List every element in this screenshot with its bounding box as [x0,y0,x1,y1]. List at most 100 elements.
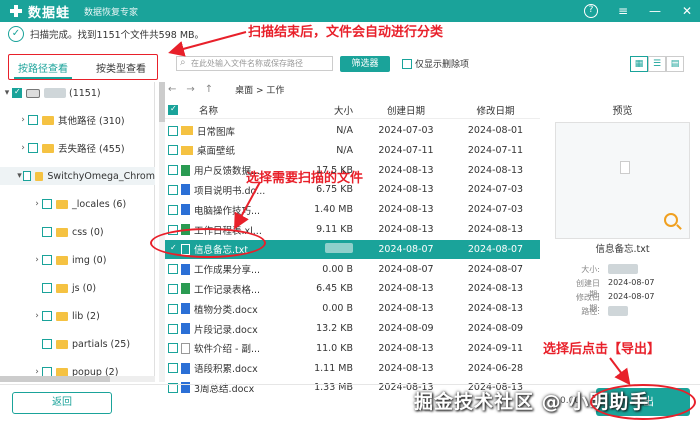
tree-item-switchyomega[interactable]: ▾ SwitchyOmega_Chrom [0,167,155,185]
folder-icon [56,255,68,265]
forward-arrow-icon[interactable]: → [186,84,194,95]
footer-divider [0,384,700,385]
table-row[interactable]: 桌面壁纸 N/A 2024-07-11 2024-07-11 [165,141,540,160]
search-input[interactable]: 在此处输入文件名称或保存路径 [176,56,333,71]
folder-icon [56,199,68,209]
tree-item-drive[interactable]: ▾ (1151) [0,84,155,102]
tree-item-lost-paths[interactable]: › 丢失路径 (455) [0,139,155,157]
folder-icon [56,311,68,321]
table-row[interactable]: 用户反馈数据... 17.5 KB 2024-08-13 2024-08-13 [165,161,540,180]
table-row[interactable]: 语段积累.docx 1.11 MB 2024-08-13 2024-06-28 [165,359,540,378]
row-checkbox[interactable] [168,125,178,136]
tree-item-js[interactable]: js (0) [0,279,155,297]
file-created: 2024-08-13 [378,184,434,196]
tree-checkbox[interactable] [23,171,31,181]
expand-icon[interactable]: › [18,115,28,125]
row-checkbox[interactable] [168,204,178,215]
tree-checkbox[interactable] [12,87,22,98]
back-arrow-icon[interactable]: ← [168,84,176,95]
file-size: 9.11 KB [316,224,353,235]
app-subtitle: 数据恢复专家 [84,7,139,18]
table-row[interactable]: 植物分类.docx 0.00 B 2024-08-13 2024-08-13 [165,299,540,318]
table-row[interactable]: 项目说明书.do... 6.75 KB 2024-08-13 2024-07-03 [165,180,540,199]
column-name[interactable]: 名称 [181,103,281,117]
column-created[interactable]: 创建日期 [361,103,451,117]
tree-item-label: img (0) [72,254,107,266]
tree-checkbox[interactable] [42,311,52,321]
file-created: 2024-08-13 [378,303,434,315]
detail-view-icon[interactable]: ▤ [666,56,684,72]
row-checkbox[interactable] [168,145,178,156]
scrollbar-thumb[interactable] [0,376,110,382]
table-row[interactable]: 软件介绍 - 副... 11.0 KB 2024-08-13 2024-09-11 [165,339,540,358]
file-created: 2024-08-07 [378,243,434,255]
tab-by-type[interactable]: 按类型查看 [92,58,150,79]
expand-icon[interactable]: ▾ [2,88,12,98]
expand-icon[interactable]: ▾ [16,171,23,181]
row-checkbox[interactable] [168,303,178,314]
file-modified: 2024-08-13 [467,303,524,315]
spreadsheet-icon [181,283,190,295]
tree-item-img[interactable]: › img (0) [0,251,155,269]
row-checkbox[interactable] [168,323,178,334]
row-checkbox[interactable] [168,343,178,354]
tree-item-locales[interactable]: › _locales (6) [0,195,155,213]
tree-checkbox[interactable] [42,199,52,209]
expand-icon[interactable]: › [32,199,42,209]
row-checkbox[interactable] [168,165,178,176]
tab-by-path[interactable]: 按路径查看 [14,58,72,79]
file-size: 6.45 KB [316,283,353,295]
help-icon[interactable]: ? [584,4,598,18]
grid-view-icon[interactable]: ▦ [630,56,648,72]
expand-icon[interactable]: › [32,255,42,265]
expand-icon[interactable]: › [18,143,28,153]
word-doc-icon [181,303,190,315]
tree-checkbox[interactable] [28,143,38,153]
close-icon[interactable]: ✕ [680,4,694,18]
zoom-icon[interactable] [664,213,678,227]
file-size: 1.40 MB [314,204,353,216]
file-size: 0.00 B [322,303,353,315]
tree-checkbox[interactable] [42,227,52,237]
tree-item-other-paths[interactable]: › 其他路径 (310) [0,111,155,129]
up-arrow-icon[interactable]: ↑ [205,84,213,95]
select-all-checkbox[interactable] [168,104,178,115]
list-view-icon[interactable]: ☰ [648,56,666,72]
table-row[interactable]: 工作成果分享... 0.00 B 2024-08-07 2024-08-07 [165,260,540,279]
table-row[interactable]: 电脑操作技巧... 1.40 MB 2024-08-13 2024-07-03 [165,200,540,219]
menu-icon[interactable]: ≡ [616,4,630,18]
table-row[interactable]: 工作记录表格... 6.45 KB 2024-08-13 2024-08-13 [165,279,540,298]
row-checkbox[interactable] [168,184,178,195]
filter-button[interactable]: 筛选器 [340,56,390,72]
column-modified[interactable]: 修改日期 [451,103,540,117]
file-modified: 2024-07-11 [467,144,524,156]
deleted-only-toggle[interactable]: 仅显示删除项 [402,57,469,70]
tree-item-label: js (0) [72,282,97,294]
minimize-icon[interactable]: — [648,4,662,18]
expand-icon[interactable]: › [32,311,42,321]
row-checkbox[interactable] [168,264,178,275]
table-row[interactable]: 片段记录.docx 13.2 KB 2024-08-09 2024-08-09 [165,319,540,338]
file-modified: 2024-08-07 [467,263,524,275]
tree-item-partials[interactable]: partials (25) [0,335,155,353]
file-size: 1.11 MB [314,362,353,374]
deleted-only-checkbox[interactable] [402,58,412,69]
tree-checkbox[interactable] [42,339,52,349]
column-size[interactable]: 大小 [281,103,361,117]
tree-item-lib[interactable]: › lib (2) [0,307,155,325]
file-name: 3周总结.docx [194,383,255,395]
file-created: 2024-08-07 [378,263,434,275]
tree-checkbox[interactable] [42,283,52,293]
file-size: N/A [336,125,353,136]
folder-icon [56,227,68,237]
tree-checkbox[interactable] [28,115,38,125]
back-button[interactable]: 返回 [12,392,112,414]
row-checkbox[interactable] [168,283,178,294]
redacted-value [608,264,638,274]
row-checkbox[interactable] [168,363,178,374]
table-row[interactable]: 日常图库 N/A 2024-07-03 2024-08-01 [165,121,540,140]
tree-item-css[interactable]: css (0) [0,223,155,241]
file-modified: 2024-09-11 [467,342,524,354]
tree-checkbox[interactable] [42,255,52,265]
sidebar-horizontal-scrollbar[interactable] [0,376,155,382]
